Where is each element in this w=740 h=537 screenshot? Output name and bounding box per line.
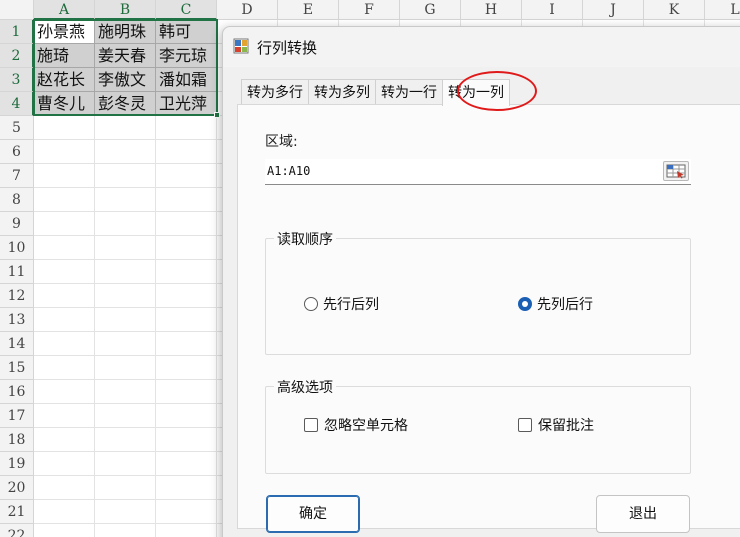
cell[interactable]: 彭冬灵 [95, 92, 156, 116]
row-header[interactable]: 10 [0, 236, 34, 260]
row-header[interactable]: 22 [0, 524, 34, 537]
row-header[interactable]: 12 [0, 284, 34, 308]
range-select-icon [666, 164, 686, 179]
row-header[interactable]: 20 [0, 476, 34, 500]
tab-to-multi-columns[interactable]: 转为多列 [308, 79, 376, 105]
row-header[interactable]: 1 [0, 20, 34, 44]
row-header[interactable]: 11 [0, 260, 34, 284]
cell[interactable]: 赵花长 [34, 68, 95, 92]
option-ignore-empty[interactable]: 忽略空单元格 [304, 415, 408, 435]
checkbox-keep-comments[interactable] [518, 418, 532, 432]
read-order-title: 读取顺序 [274, 229, 336, 249]
radio-column-first[interactable] [518, 297, 532, 311]
cell[interactable]: 姜天春 [95, 44, 156, 68]
checkbox-ignore-empty-label: 忽略空单元格 [324, 418, 408, 434]
column-header[interactable]: B [95, 0, 156, 20]
column-header[interactable]: I [522, 0, 583, 20]
option-keep-comments[interactable]: 保留批注 [518, 415, 594, 435]
row-header[interactable]: 6 [0, 140, 34, 164]
advanced-options-group: 高级选项 忽略空单元格 保留批注 [265, 377, 691, 474]
fill-handle[interactable] [214, 112, 220, 118]
radio-row-first-label: 先行后列 [323, 297, 379, 313]
row-header[interactable]: 3 [0, 68, 34, 92]
ok-button[interactable]: 确定 [266, 495, 360, 533]
checkbox-ignore-empty[interactable] [304, 418, 318, 432]
dialog-title: 行列转换 [257, 39, 318, 57]
option-row-first[interactable]: 先行后列 [304, 294, 379, 314]
tab-to-multi-rows[interactable]: 转为多行 [241, 79, 309, 105]
row-header[interactable]: 9 [0, 212, 34, 236]
row-header[interactable]: 21 [0, 500, 34, 524]
column-header[interactable]: C [156, 0, 217, 20]
row-header[interactable]: 4 [0, 92, 34, 116]
row-header[interactable]: 8 [0, 188, 34, 212]
cell[interactable]: 韩可 [156, 20, 217, 44]
cell[interactable]: 李傲文 [95, 68, 156, 92]
read-order-group: 读取顺序 先行后列 先列后行 [265, 229, 691, 355]
row-header[interactable]: 7 [0, 164, 34, 188]
row-header[interactable]: 2 [0, 44, 34, 68]
cell[interactable]: 潘如霜 [156, 68, 217, 92]
row-column-convert-dialog: 行列转换 转为多行 转为多列 转为一行 转为一列 区域: A1:A10 读取顺序… [222, 26, 740, 537]
row-header[interactable]: 18 [0, 428, 34, 452]
tab-to-one-row[interactable]: 转为一行 [375, 79, 443, 105]
region-input[interactable] [267, 159, 647, 183]
tab-panel: 区域: 读取顺序 先行后列 [237, 104, 740, 533]
radio-row-first[interactable] [304, 297, 318, 311]
cell[interactable]: 卫光萍 [156, 92, 217, 116]
column-header[interactable]: E [278, 0, 339, 20]
exit-button[interactable]: 退出 [596, 495, 690, 533]
row-header[interactable]: 13 [0, 308, 34, 332]
column-header[interactable]: G [400, 0, 461, 20]
advanced-options-title: 高级选项 [274, 377, 336, 397]
cell[interactable]: 施琦 [34, 44, 95, 68]
column-header[interactable]: J [583, 0, 644, 20]
column-header[interactable]: A [34, 0, 95, 20]
row-header[interactable]: 17 [0, 404, 34, 428]
column-header[interactable]: K [644, 0, 705, 20]
cell[interactable]: 施明珠 [95, 20, 156, 44]
column-header[interactable]: F [339, 0, 400, 20]
cell[interactable]: 李元琼 [156, 44, 217, 68]
range-picker-button[interactable] [663, 161, 689, 181]
region-field [265, 159, 691, 185]
row-header[interactable]: 15 [0, 356, 34, 380]
cell[interactable]: 孙景燕 [34, 20, 95, 44]
row-header[interactable]: 5 [0, 116, 34, 140]
column-header[interactable]: H [461, 0, 522, 20]
option-column-first[interactable]: 先列后行 [518, 294, 593, 314]
select-all-corner[interactable] [0, 0, 34, 20]
column-header[interactable]: D [217, 0, 278, 20]
row-header[interactable]: 14 [0, 332, 34, 356]
cell[interactable]: 曹冬儿 [34, 92, 95, 116]
radio-column-first-label: 先列后行 [537, 297, 593, 313]
table-convert-icon [233, 38, 249, 54]
tab-strip: 转为多行 转为多列 转为一行 转为一列 [241, 79, 510, 106]
dialog-titlebar[interactable]: 行列转换 [223, 27, 740, 67]
checkbox-keep-comments-label: 保留批注 [538, 418, 594, 434]
region-label: 区域: [265, 134, 298, 150]
row-header[interactable]: 16 [0, 380, 34, 404]
row-header[interactable]: 19 [0, 452, 34, 476]
tab-to-one-column[interactable]: 转为一列 [442, 79, 510, 106]
column-header[interactable]: L [705, 0, 740, 20]
